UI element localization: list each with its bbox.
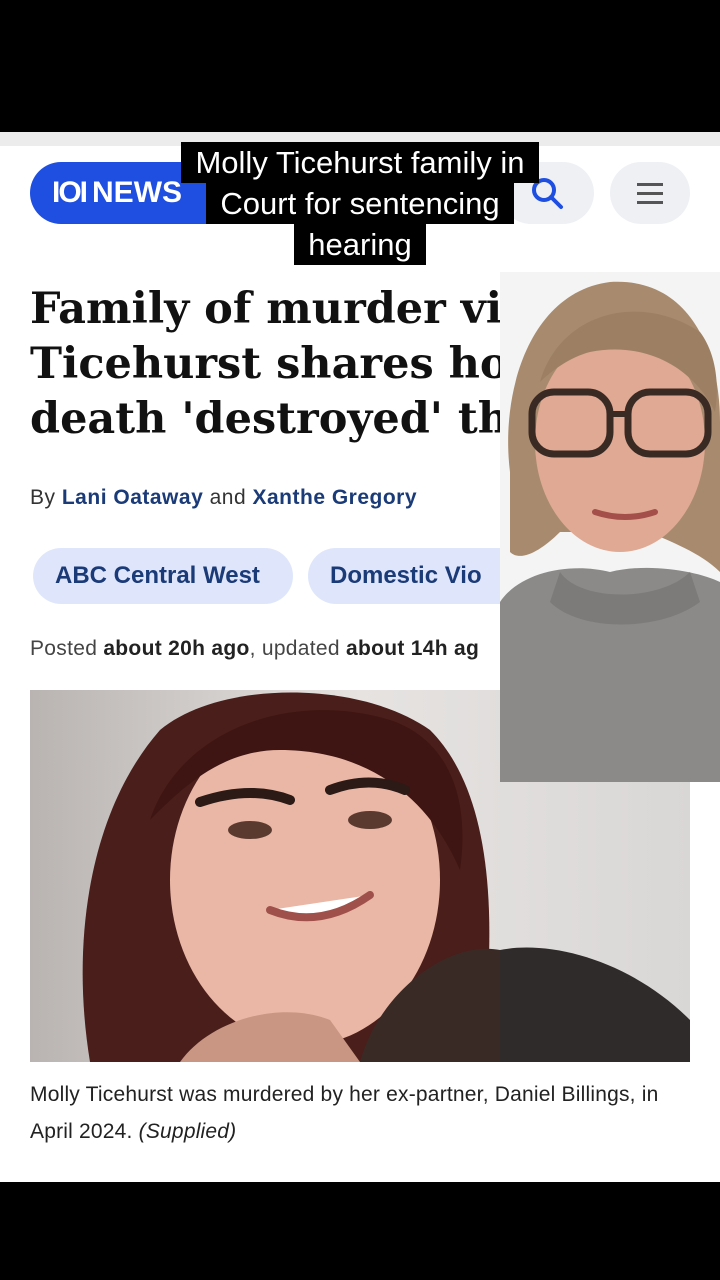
presenter-video-inset (500, 272, 720, 782)
publish-info: Posted about 20h ago, updated about 14h … (30, 637, 479, 661)
updated-time: about 14h ag (346, 637, 480, 660)
updated-label: , updated (249, 637, 340, 660)
caption-line-2: Court for sentencing (206, 183, 514, 224)
caption-line-1: Molly Ticehurst family in (181, 142, 539, 183)
posted-label: Posted (30, 637, 98, 660)
caption-line-3: hearing (294, 224, 426, 265)
caption-text: Molly Ticehurst was murdered by her ex-p… (30, 1083, 659, 1143)
byline-prefix: By (30, 486, 56, 509)
byline-and: and (209, 486, 247, 509)
photo-credit: (Supplied) (138, 1120, 237, 1143)
author-link-1[interactable]: Lani Oataway (62, 486, 203, 509)
presenter-image (500, 272, 720, 782)
posted-time: about 20h ago (103, 637, 250, 660)
author-link-2[interactable]: Xanthe Gregory (252, 486, 417, 509)
tag-abc-central-west[interactable]: ABC Central West (33, 548, 293, 604)
video-bottom-letterbox (0, 1182, 720, 1280)
photo-caption: Molly Ticehurst was murdered by her ex-p… (30, 1076, 670, 1150)
video-top-letterbox (0, 0, 720, 132)
video-caption-overlay: Molly Ticehurst family in Court for sent… (0, 142, 720, 265)
byline: By Lani Oataway and Xanthe Gregory (30, 486, 417, 510)
